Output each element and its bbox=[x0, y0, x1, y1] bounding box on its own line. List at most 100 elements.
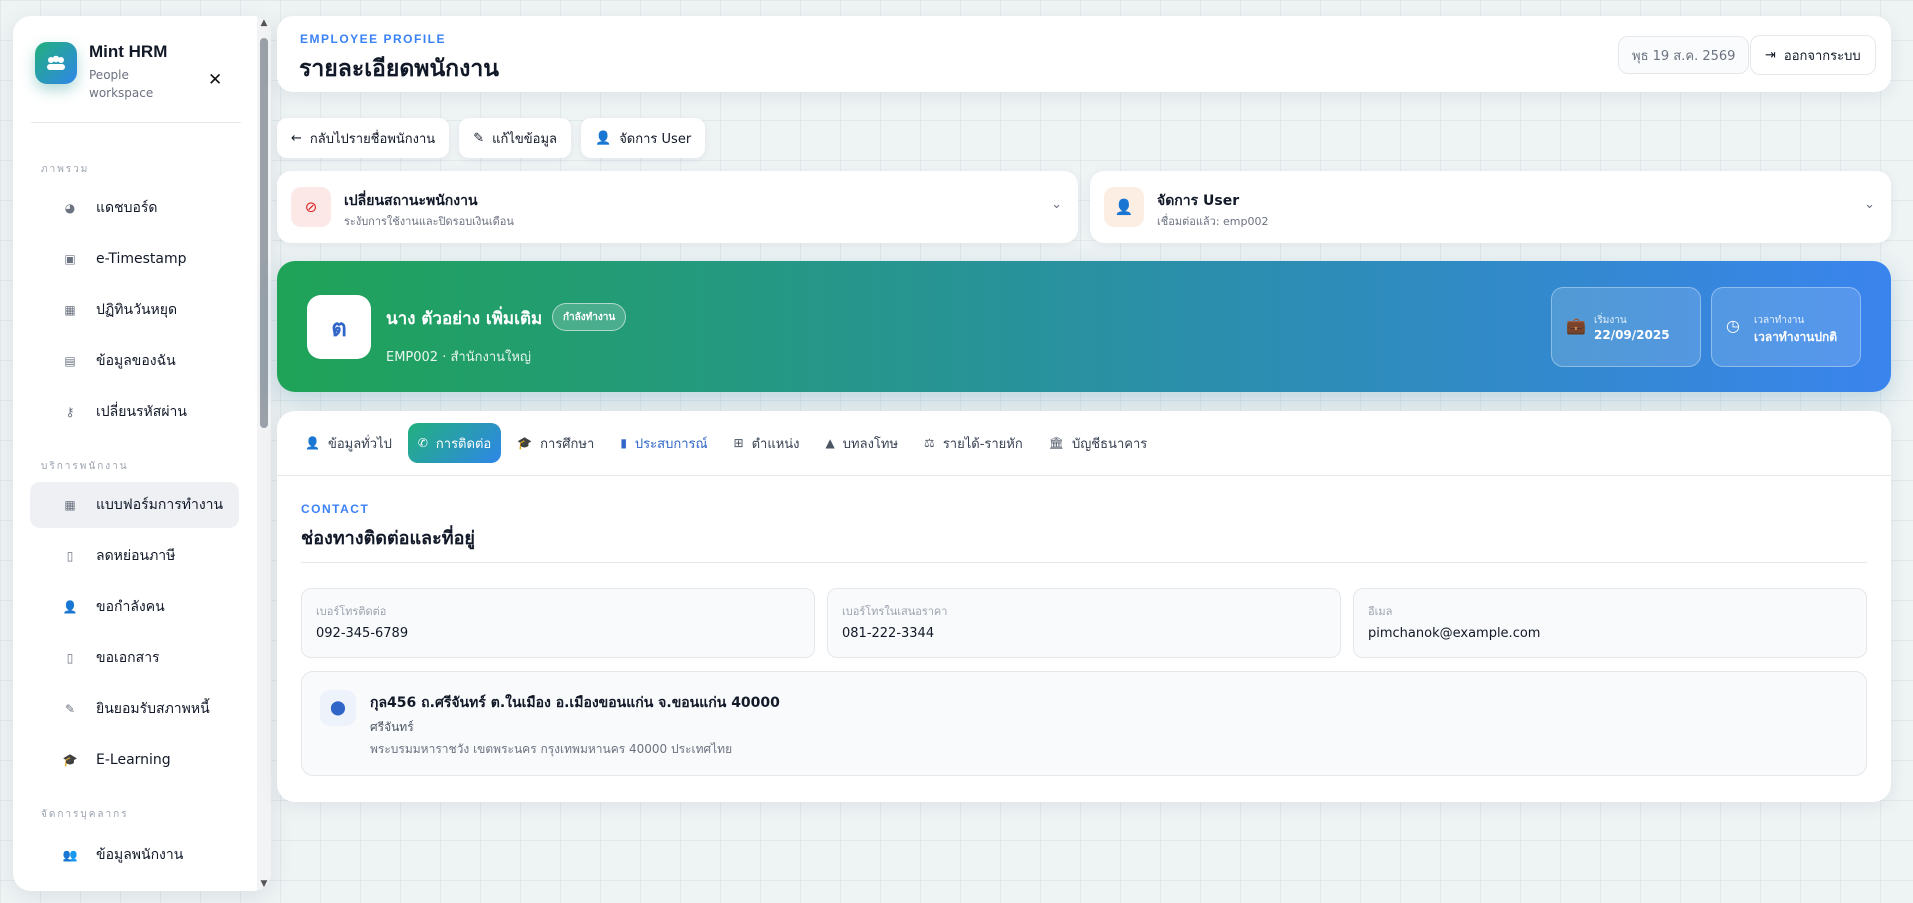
field-value: 081-222-3344 bbox=[842, 626, 935, 641]
tab-label: การศึกษา bbox=[540, 436, 595, 452]
back-label: กลับไปรายชื่อพนักงาน bbox=[309, 131, 436, 147]
field-label: เบอร์โทรติดต่อ bbox=[316, 605, 387, 618]
avatar: ต bbox=[307, 295, 371, 359]
section-title: ช่องทางติดต่อและที่อยู่ bbox=[301, 528, 475, 549]
sidebar-item-tax-deduction[interactable]: ▯ ลดหย่อนภาษี bbox=[30, 533, 239, 579]
edit-button[interactable]: ✎ แก้ไขข้อมูล bbox=[459, 118, 571, 158]
employee-hero: ต นาง ตัวอย่าง เพิ่มเติม กำลังทำงาน EMP0… bbox=[277, 261, 1891, 392]
sidebar-item-label: ปฏิทินวันหยุด bbox=[96, 302, 178, 318]
file-icon: ▯ bbox=[66, 651, 74, 665]
start-date-card: 💼 เริ่มงาน 22/09/2025 bbox=[1551, 287, 1701, 367]
address-line-2: พระบรมมหาราชวัง เขตพระนคร กรุงเทพมหานคร … bbox=[370, 742, 733, 756]
sidebar-item-label: ข้อมูลพนักงาน bbox=[96, 847, 184, 863]
date-display: พุธ 19 ส.ค. 2569 bbox=[1618, 36, 1750, 74]
chevron-down-icon[interactable]: ⌄ bbox=[1864, 197, 1875, 212]
sidebar-item-label: เปลี่ยนรหัสผ่าน bbox=[96, 404, 187, 420]
calendar-icon: ▦ bbox=[64, 303, 76, 317]
close-icon[interactable]: ✕ bbox=[208, 70, 222, 90]
sidebar-item-dashboard[interactable]: ◕ แดชบอร์ด bbox=[30, 185, 239, 231]
brand: Mint HRM People workspace bbox=[35, 42, 169, 102]
sidebar-scrollbar[interactable]: ▲ ▼ bbox=[257, 16, 271, 891]
sidebar-item-document-request[interactable]: ▯ ขอเอกสาร bbox=[30, 635, 239, 681]
scroll-up-arrow-icon[interactable]: ▲ bbox=[259, 18, 269, 28]
tab-experience[interactable]: ▮ ประสบการณ์ bbox=[610, 423, 717, 463]
tab-label: บทลงโทษ bbox=[842, 436, 899, 452]
sidebar-section-personnel: จัดการบุคลากร bbox=[41, 809, 129, 820]
sidebar-item-my-info[interactable]: ▤ ข้อมูลของฉัน bbox=[30, 338, 239, 384]
sidebar-item-work-forms[interactable]: ▦ แบบฟอร์มการทำงาน ⌄ bbox=[30, 482, 239, 528]
start-date-value: 22/09/2025 bbox=[1594, 328, 1670, 342]
user-check-icon: 👤 bbox=[595, 130, 612, 146]
chevron-down-icon[interactable]: ⌄ bbox=[1051, 197, 1062, 212]
id-card-icon: ▤ bbox=[64, 354, 76, 368]
panel-subtitle: ระงับการใช้งานและปิดรอบเงินเดือน bbox=[344, 215, 514, 228]
camera-icon: ▣ bbox=[64, 252, 76, 266]
clock-icon: ◷ bbox=[1726, 316, 1740, 335]
sidebar-item-manpower-request[interactable]: 👤 ขอกำลังคน bbox=[30, 584, 239, 630]
arrow-left-icon: ← bbox=[291, 130, 302, 146]
manage-user-button[interactable]: 👤 จัดการ User bbox=[581, 118, 706, 158]
tab-contact[interactable]: ✆ การติดต่อ bbox=[407, 423, 502, 463]
secondary-phone-field: เบอร์โทรในเสนอราคา 081-222-3344 bbox=[827, 588, 1341, 658]
tab-label: บัญชีธนาคาร bbox=[1071, 436, 1148, 452]
sidebar-item-label: ข้อมูลของฉัน bbox=[96, 353, 176, 369]
sidebar-item-e-learning[interactable]: 🎓 E-Learning bbox=[30, 737, 239, 783]
action-bar: ← กลับไปรายชื่อพนักงาน ✎ แก้ไขข้อมูล 👤 จ… bbox=[277, 118, 706, 158]
sidebar-section-overview: ภาพรวม bbox=[41, 164, 90, 175]
sidebar: Mint HRM People workspace ✕ ภาพรวม ◕ แดช… bbox=[13, 16, 271, 891]
panel-title: จัดการ User bbox=[1157, 193, 1240, 209]
user-icon: 👤 bbox=[305, 436, 320, 450]
sidebar-item-label: ขอเอกสาร bbox=[96, 650, 160, 666]
logout-icon: ⇥ bbox=[1765, 47, 1776, 63]
scale-icon: ⚖ bbox=[924, 436, 935, 450]
tab-general[interactable]: 👤 ข้อมูลทั่วไป bbox=[295, 423, 402, 463]
tab-bank-account[interactable]: 🏛 บัญชีธนาคาร bbox=[1039, 423, 1158, 463]
scroll-down-arrow-icon[interactable]: ▼ bbox=[259, 879, 269, 889]
tab-position[interactable]: ⊞ ตำแหน่ง bbox=[724, 423, 810, 463]
warning-icon: ▲ bbox=[825, 436, 835, 450]
brand-subtitle: People workspace bbox=[89, 68, 154, 100]
email-field: อีเมล pimchanok@example.com bbox=[1353, 588, 1867, 658]
section-eyebrow: CONTACT bbox=[301, 502, 370, 516]
tab-income-deduction[interactable]: ⚖ รายได้-รายหัก bbox=[914, 423, 1033, 463]
sidebar-item-label: E-Learning bbox=[96, 752, 171, 768]
start-date-label: เริ่มงาน bbox=[1594, 315, 1627, 326]
tab-label: ประสบการณ์ bbox=[634, 436, 708, 452]
bookmark-icon: ▮ bbox=[620, 436, 627, 450]
tab-label: รายได้-รายหัก bbox=[942, 436, 1023, 452]
scrollbar-thumb[interactable] bbox=[260, 38, 268, 428]
sidebar-item-label: ยินยอมรับสภาพหนี้ bbox=[96, 701, 210, 717]
panel-title: เปลี่ยนสถานะพนักงาน bbox=[344, 193, 478, 209]
logout-button[interactable]: ⇥ ออกจากระบบ bbox=[1750, 35, 1876, 75]
sidebar-item-label: ขอกำลังคน bbox=[96, 599, 165, 615]
sidebar-item-debt-acknowledgement[interactable]: ✎ ยินยอมรับสภาพหนี้ bbox=[30, 686, 239, 732]
address-line-1: ศรีจันทร์ bbox=[370, 720, 414, 734]
status-badge: กำลังทำงาน bbox=[552, 303, 627, 331]
manage-user-panel[interactable]: 👤 จัดการ User เชื่อมต่อแล้ว: emp002 ⌄ bbox=[1090, 171, 1891, 243]
tab-education[interactable]: 🎓 การศึกษา bbox=[507, 423, 604, 463]
edit-label: แก้ไขข้อมูล bbox=[492, 131, 557, 147]
briefcase-icon: 💼 bbox=[1566, 316, 1586, 335]
sidebar-item-holiday-calendar[interactable]: ▦ ปฏิทินวันหยุด bbox=[30, 287, 239, 333]
document-icon: ▯ bbox=[66, 549, 74, 563]
back-to-list-button[interactable]: ← กลับไปรายชื่อพนักงาน bbox=[277, 118, 450, 158]
logout-label: ออกจากระบบ bbox=[1783, 48, 1861, 64]
sidebar-item-timestamp[interactable]: ▣ e-Timestamp bbox=[30, 236, 239, 282]
tab-penalties[interactable]: ▲ บทลงโทษ bbox=[816, 423, 909, 463]
phone-icon: ✆ bbox=[417, 436, 428, 450]
sidebar-item-change-password[interactable]: ⚷ เปลี่ยนรหัสผ่าน bbox=[30, 389, 239, 435]
user-plus-icon: 👤 bbox=[62, 600, 78, 614]
work-time-value: เวลาทำงานปกติ bbox=[1754, 330, 1838, 344]
field-label: อีเมล bbox=[1368, 605, 1393, 618]
tab-label: ข้อมูลทั่วไป bbox=[327, 436, 392, 452]
employee-name: นาง ตัวอย่าง เพิ่มเติม bbox=[386, 309, 543, 329]
bank-icon: 🏛 bbox=[1048, 436, 1064, 450]
profile-tabs: 👤 ข้อมูลทั่วไป ✆ การติดต่อ 🎓 การศึกษา ▮ … bbox=[277, 411, 1891, 476]
graduation-cap-icon: 🎓 bbox=[62, 753, 78, 767]
page-title: รายละเอียดพนักงาน bbox=[299, 56, 499, 82]
sidebar-item-employee-data[interactable]: 👥 ข้อมูลพนักงาน bbox=[30, 832, 239, 878]
manage-user-label: จัดการ User bbox=[619, 131, 692, 147]
header: EMPLOYEE PROFILE รายละเอียดพนักงาน พุธ 1… bbox=[277, 16, 1891, 92]
change-status-panel[interactable]: ⊘ เปลี่ยนสถานะพนักงาน ระงับการใช้งานและป… bbox=[277, 171, 1078, 243]
tab-label: การติดต่อ bbox=[435, 436, 492, 452]
